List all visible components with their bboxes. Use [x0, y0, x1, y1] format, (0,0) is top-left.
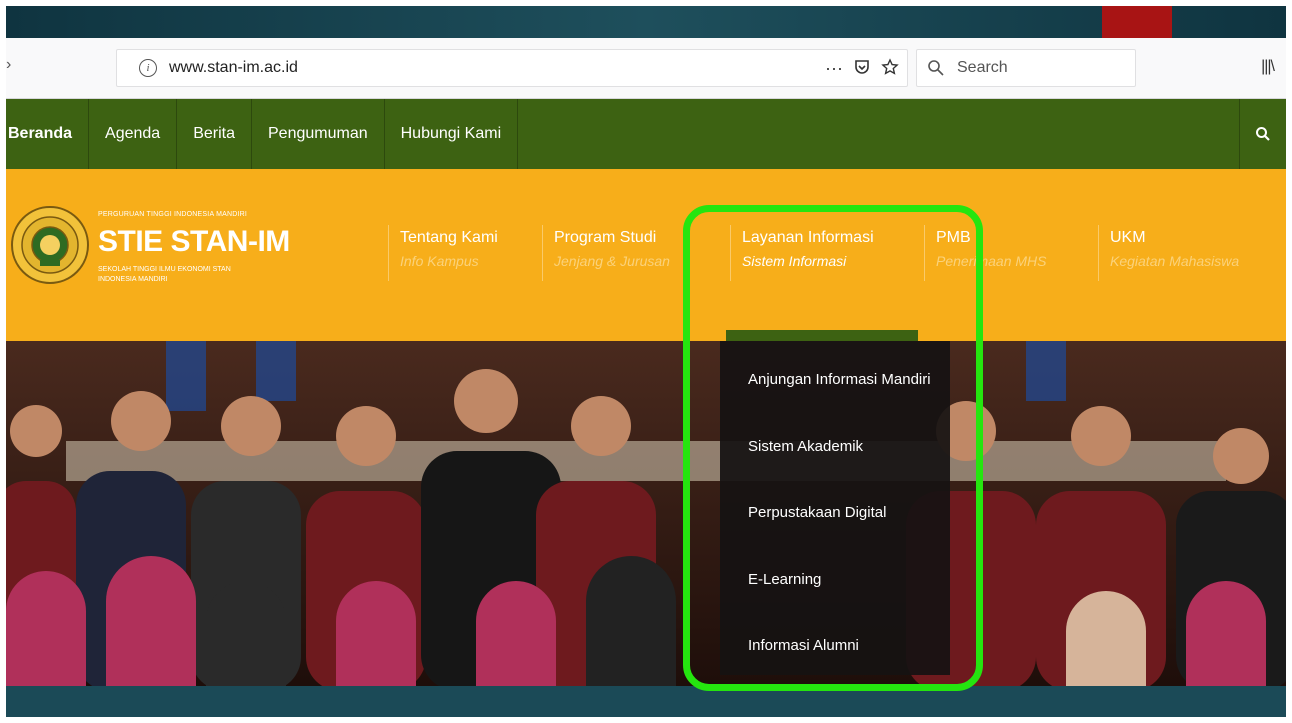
- dropdown-item-informasi-alumni[interactable]: Informasi Alumni: [748, 637, 859, 654]
- dropdown-item-perpustakaan-digital[interactable]: Perpustakaan Digital: [748, 504, 886, 521]
- more-icon[interactable]: ···: [825, 58, 843, 81]
- bookmark-star-icon[interactable]: [881, 58, 899, 81]
- browser-search-input[interactable]: Search: [916, 49, 1136, 87]
- library-icon[interactable]: |||\: [1261, 58, 1275, 76]
- menu-title: Layanan Informasi: [742, 229, 874, 246]
- menu-divider: [924, 225, 925, 281]
- menu-program-studi[interactable]: Program Studi Jenjang & Jurusan: [542, 225, 670, 281]
- nav-item-berita[interactable]: Berita: [177, 99, 252, 169]
- hero-group-photo: [6, 341, 1286, 686]
- menu-divider: [542, 225, 543, 281]
- menu-subtitle: Sistem Informasi: [742, 253, 847, 269]
- slide-frame: › i www.stan-im.ac.id ··· Search |||\ Be…: [6, 6, 1286, 717]
- brand-subtitle: SEKOLAH TINGGI ILMU EKONOMI STAN INDONES…: [98, 266, 231, 283]
- menu-subtitle: Jenjang & Jurusan: [554, 253, 670, 269]
- menu-pmb[interactable]: PMB Penerimaan MHS: [924, 225, 1047, 281]
- layanan-informasi-dropdown: Anjungan Informasi Mandiri Sistem Akadem…: [720, 341, 950, 675]
- menu-divider: [1098, 225, 1099, 281]
- pocket-icon[interactable]: [853, 58, 871, 81]
- menu-subtitle: Kegiatan Mahasiswa: [1110, 253, 1240, 269]
- nav-item-pengumuman[interactable]: Pengumuman: [252, 99, 385, 169]
- browser-toolbar: › i www.stan-im.ac.id ··· Search |||\: [6, 38, 1286, 99]
- menu-subtitle: Penerimaan MHS: [936, 253, 1047, 269]
- menu-title: PMB: [936, 229, 971, 246]
- menu-title: Program Studi: [554, 229, 657, 246]
- menu-divider: [388, 225, 389, 281]
- brand-title[interactable]: STIE STAN-IM: [98, 225, 290, 259]
- slide-bottom-band: [6, 686, 1286, 717]
- nav-item-hubungi-kami[interactable]: Hubungi Kami: [385, 99, 519, 169]
- dropdown-item-anjungan-informasi-mandiri[interactable]: Anjungan Informasi Mandiri: [748, 371, 931, 388]
- dropdown-item-sistem-akademik[interactable]: Sistem Akademik: [748, 438, 863, 455]
- menu-title: Tentang Kami: [400, 229, 498, 246]
- back-arrow-icon[interactable]: ›: [6, 56, 11, 74]
- nav-item-beranda[interactable]: Beranda: [6, 99, 90, 169]
- menu-tentang-kami[interactable]: Tentang Kami Info Kampus: [388, 225, 498, 281]
- url-text[interactable]: www.stan-im.ac.id: [169, 59, 298, 77]
- nav-item-agenda[interactable]: Agenda: [89, 99, 178, 169]
- search-icon: [1256, 127, 1270, 141]
- site-search-button[interactable]: [1239, 99, 1286, 169]
- dropdown-item-e-learning[interactable]: E-Learning: [748, 571, 821, 588]
- menu-divider: [730, 225, 731, 281]
- page-actions: ···: [825, 58, 899, 81]
- menu-title: UKM: [1110, 229, 1146, 246]
- menu-subtitle: Info Kampus: [400, 253, 479, 269]
- college-seal-logo[interactable]: [10, 205, 90, 285]
- info-icon[interactable]: i: [139, 59, 157, 77]
- site-header: PERGURUAN TINGGI INDONESIA MANDIRI STIE …: [6, 169, 1286, 341]
- url-bar[interactable]: i www.stan-im.ac.id ···: [116, 49, 908, 87]
- search-icon: [928, 60, 944, 76]
- menu-ukm[interactable]: UKM Kegiatan Mahasiswa: [1098, 225, 1240, 281]
- search-placeholder: Search: [957, 59, 1008, 76]
- dropdown-tab-indicator: [726, 330, 918, 341]
- group-photo-illustration: [6, 341, 1286, 686]
- menu-layanan-informasi[interactable]: Layanan Informasi Sistem Informasi: [730, 225, 874, 281]
- top-navigation: Beranda Agenda Berita Pengumuman Hubungi…: [6, 99, 1286, 169]
- brand-tagline: PERGURUAN TINGGI INDONESIA MANDIRI: [98, 211, 248, 218]
